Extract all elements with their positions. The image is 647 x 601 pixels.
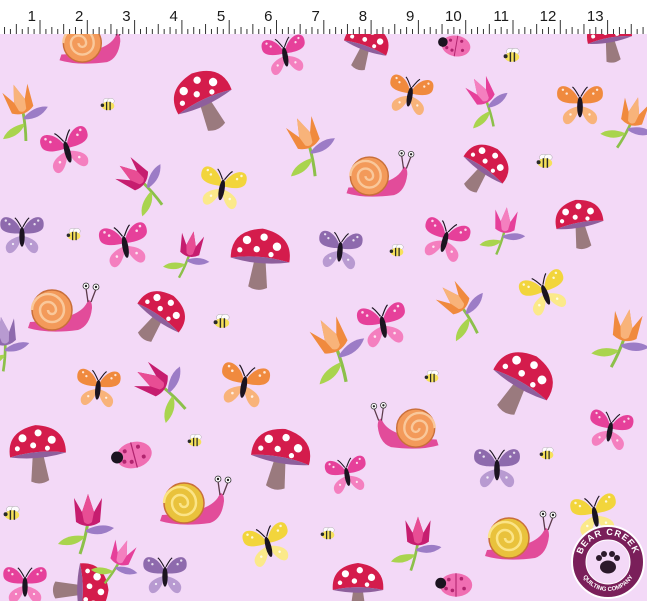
ladybug-motif [435,573,473,597]
butterfly-motif [0,217,44,254]
butterfly-motif [390,74,434,115]
butterfly-motif [557,86,603,125]
snail-motif [28,282,100,332]
snail-motif [485,510,557,560]
butterfly-motif [356,302,405,348]
butterfly-motif [201,166,247,210]
mushroom-motif [230,228,290,290]
ruler-numbers: 1 2 3 4 5 6 7 8 9 10 11 12 13 [28,8,604,25]
butterfly-motif [319,230,363,270]
mushroom-motif [173,70,232,131]
tulip-motif [286,116,335,177]
mushroom-motif [332,563,384,601]
mushroom-motif [343,34,389,71]
snail-motif [59,34,121,64]
ruler-number: 6 [264,8,272,25]
tulip-motif [465,75,508,129]
ruler-number: 1 [28,8,36,25]
ruler-number: 8 [359,8,367,25]
tulip-motif [600,97,647,149]
mushroom-motif [9,425,66,484]
butterfly-motif [242,522,289,567]
butterfly-motif [3,567,47,601]
pattern-area [0,34,647,601]
bee-motif [503,47,520,62]
butterfly-motif [40,126,89,174]
butterfly-motif [424,217,471,262]
ruler-number: 7 [311,8,319,25]
ladybug-motif [111,441,152,469]
bee-motif [66,228,81,241]
ruler-number: 12 [540,8,557,25]
bee-motif [187,434,202,447]
ruler-number: 3 [122,8,130,25]
snail-motif [160,475,232,525]
butterfly-motif [518,269,567,316]
tulip-motif [391,516,442,572]
bee-motif [389,244,404,257]
bee-motif [424,370,439,383]
butterfly-motif [590,409,634,450]
butterfly-motif [222,362,271,408]
bee-motif [539,447,554,460]
mushroom-motif [251,428,311,490]
ruler-number: 5 [217,8,225,25]
bee-motif [320,527,335,540]
bee-motif [3,505,20,520]
tulip-motif [0,316,30,372]
tulip-motif [58,494,114,555]
butterfly-motif [98,222,147,268]
butterfly-motif [261,34,305,75]
mushroom-motif [555,199,604,250]
mushroom-motif [137,291,185,342]
bear-creek-logo: BEAR CREEK QUILTING COMPANY [571,525,645,599]
tulip-motif [435,280,483,342]
butterfly-motif [474,449,520,488]
ladybug-motif [438,35,471,57]
tulip-motif [115,157,164,217]
tulip-motif [133,361,187,423]
tulip-motif [163,231,210,279]
ruler-number: 4 [170,8,178,25]
butterfly-motif [77,368,121,408]
ruler-number: 9 [406,8,414,25]
inch-ruler: 1 2 3 4 5 6 7 8 9 10 11 12 13 [0,0,647,35]
bee-motif [213,313,230,328]
ruler-number: 10 [445,8,462,25]
fabric-swatch: 1 2 3 4 5 6 7 8 9 10 11 12 13 BEAR CREEK QUILTING CO… [0,0,647,601]
ruler-number: 11 [493,8,509,25]
ruler-number: 2 [75,8,83,25]
snail-motif [346,150,415,197]
tulip-motif [479,207,526,256]
mushroom-motif [463,144,509,193]
snail-motif [370,402,439,449]
mushroom-motif [587,34,633,63]
motif-layer [0,34,647,601]
butterfly-motif [324,455,366,494]
tulip-motif [591,309,647,368]
butterfly-motif [143,557,187,594]
bee-motif [536,153,553,168]
mushroom-motif [493,352,553,415]
ruler-number: 13 [587,8,604,25]
bee-motif [100,98,115,111]
